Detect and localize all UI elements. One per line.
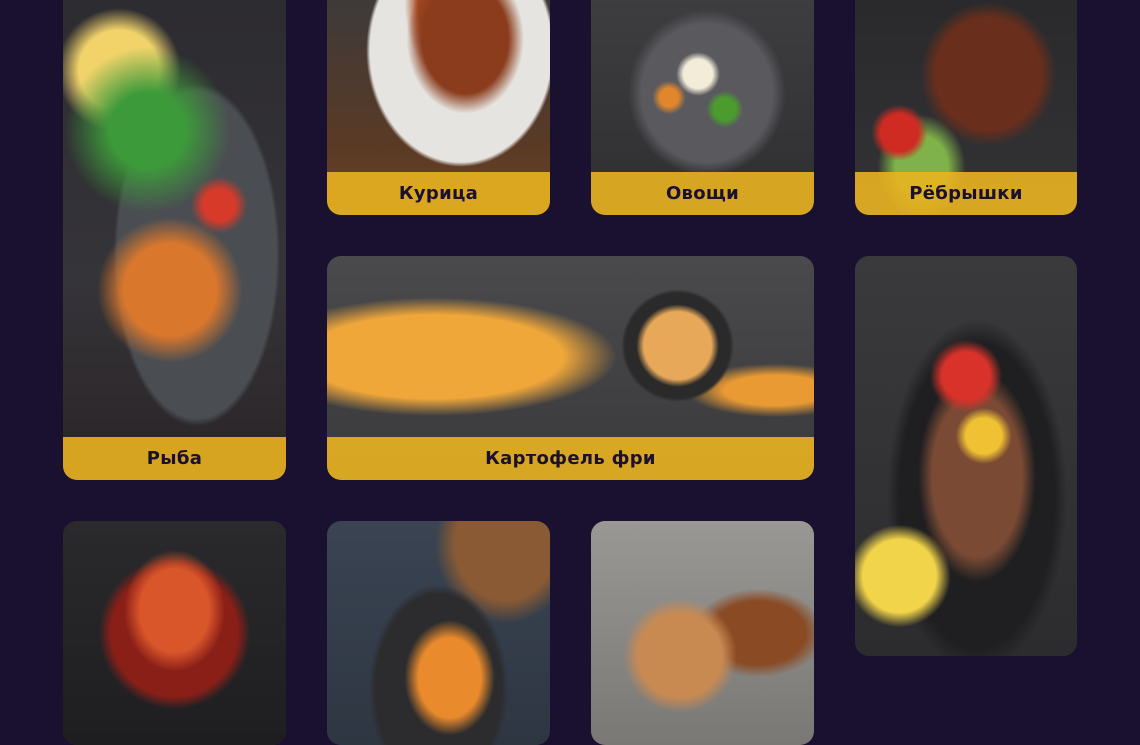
category-card-shrimp[interactable] [63, 521, 286, 745]
fish-photo [63, 0, 286, 480]
category-card-vegetables[interactable]: Овощи [591, 0, 814, 215]
kebab-photo [855, 256, 1077, 656]
category-card-kebab[interactable] [855, 256, 1077, 656]
shrimp-photo [63, 521, 286, 745]
category-card-sweet-potato[interactable] [327, 521, 550, 745]
category-label-fries: Картофель фри [327, 437, 814, 480]
category-label-ribs: Рёбрышки [855, 172, 1077, 215]
category-card-fries[interactable]: Картофель фри [327, 256, 814, 480]
pastry-photo [591, 521, 814, 745]
menu-category-grid: Рыба Курица Овощи Рёбрышки Картофель фри [0, 0, 1140, 745]
sweet-potato-photo [327, 521, 550, 745]
category-label-chicken: Курица [327, 172, 550, 215]
category-card-pastry[interactable] [591, 521, 814, 745]
category-label-fish: Рыба [63, 437, 286, 480]
category-label-vegetables: Овощи [591, 172, 814, 215]
category-card-fish[interactable]: Рыба [63, 0, 286, 480]
category-card-ribs[interactable]: Рёбрышки [855, 0, 1077, 215]
category-card-chicken[interactable]: Курица [327, 0, 550, 215]
